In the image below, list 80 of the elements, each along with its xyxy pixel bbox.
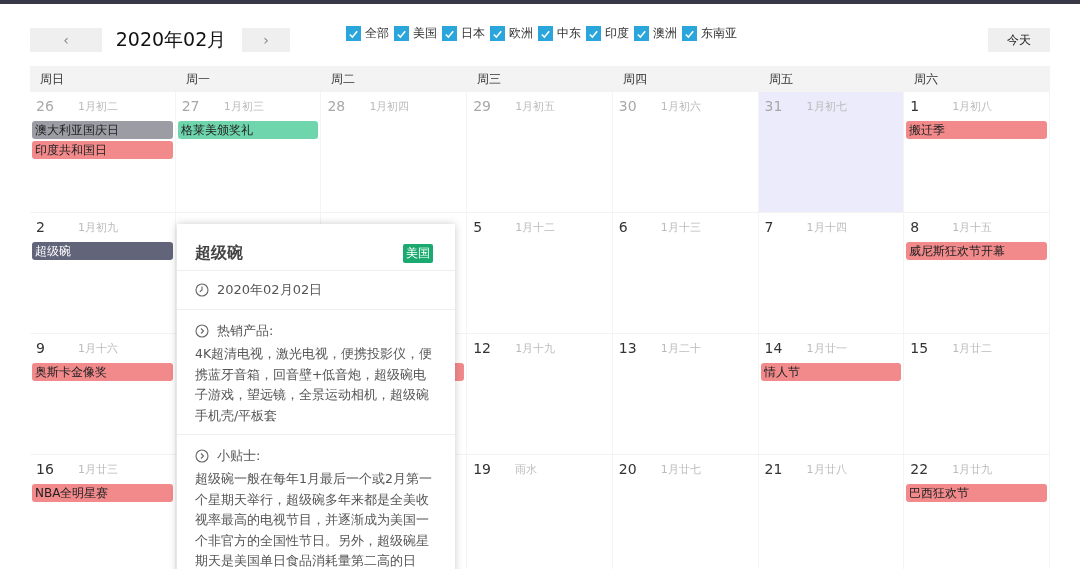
event-bar[interactable]: 格莱美颁奖礼 <box>177 121 319 139</box>
chevron-circle-icon <box>195 324 209 338</box>
day-number: 20 <box>618 461 638 477</box>
checkbox[interactable] <box>634 25 649 41</box>
section-heading: 小贴士: <box>217 447 261 465</box>
lunar-date: 1月初八 <box>952 98 993 114</box>
day-number: 28 <box>327 98 347 114</box>
lunar-date: 1月初五 <box>515 98 556 114</box>
day-number: 22 <box>910 461 930 477</box>
event-bar[interactable]: 澳大利亚国庆日 <box>32 121 173 139</box>
day-number: 12 <box>473 340 492 356</box>
event-date: 2020年02月02日 <box>217 281 323 299</box>
weekday-header: 周六 <box>913 70 940 88</box>
filter-label: 东南亚 <box>701 24 737 42</box>
weekday-header: 周四 <box>621 70 648 88</box>
filter-label: 中东 <box>557 24 581 42</box>
day-number: 2 <box>36 219 46 235</box>
lunar-date: 1月初六 <box>660 98 701 114</box>
weekday-header: 周五 <box>767 70 794 88</box>
event-bar[interactable]: 威尼斯狂欢节开幕 <box>906 242 1047 260</box>
day-number: 30 <box>618 98 638 114</box>
day-number: 1 <box>910 98 921 114</box>
popup-title: 超级碗 <box>195 242 243 264</box>
checkbox[interactable] <box>538 25 553 41</box>
checkbox[interactable] <box>682 25 697 41</box>
weekday-header: 周二 <box>330 70 357 88</box>
day-number: 14 <box>764 340 784 356</box>
lunar-date: 1月廿七 <box>660 461 701 477</box>
day-number: 29 <box>473 98 492 114</box>
day-number: 15 <box>910 340 930 356</box>
country-tag: 美国 <box>403 243 433 263</box>
filter-label: 澳洲 <box>653 24 677 42</box>
section-heading: 热销产品: <box>217 322 274 340</box>
event-bar[interactable]: 印度共和国日 <box>32 141 173 159</box>
day-number: 16 <box>36 461 55 477</box>
event-bar[interactable]: 奥斯卡金像奖 <box>32 363 173 381</box>
lunar-date: 1月廿九 <box>952 461 993 477</box>
weekday-header: 周一 <box>184 70 211 88</box>
lunar-date: 1月十四 <box>806 219 847 235</box>
day-number: 5 <box>473 219 484 235</box>
day-number: 31 <box>764 98 784 114</box>
lunar-date: 1月十九 <box>515 340 556 356</box>
day-number: 13 <box>618 340 638 356</box>
lunar-date: 1月初四 <box>369 98 410 114</box>
event-bar[interactable]: 巴西狂欢节 <box>906 484 1047 502</box>
lunar-date: 雨水 <box>515 461 538 477</box>
checkbox[interactable] <box>346 25 361 41</box>
day-number: 21 <box>764 461 784 477</box>
checkbox[interactable] <box>586 25 601 41</box>
lunar-date: 1月十五 <box>952 219 993 235</box>
filter-label: 美国 <box>413 24 437 42</box>
day-number: 6 <box>618 219 629 235</box>
weekday-header: 周三 <box>476 70 503 88</box>
lunar-date: 1月十六 <box>78 340 118 356</box>
checkbox[interactable] <box>490 25 505 41</box>
section-text: 4K超清电视，激光电视，便携投影仪，便携蓝牙音箱，回音壁+低音炮，超级碗电子游戏，望远镜，全景运动相机，超级碗手机壳/平板套 <box>195 345 434 425</box>
day-number: 26 <box>36 98 55 114</box>
section-text: 超级碗一般在每年1月最后一个或2月第一个星期天举行，超级碗多年来都是全美收视率最高的电视节目，并逐渐成为美国一个非官方的全国性节日。另外，超级碗星期天是美国单日食品消耗量第二高的日 <box>195 470 433 569</box>
today-button[interactable]: 今天 <box>988 28 1050 52</box>
event-bar[interactable]: 超级碗 <box>32 242 173 260</box>
day-number: 7 <box>764 219 775 235</box>
day-number: 8 <box>910 219 921 235</box>
filter-label: 日本 <box>461 24 485 42</box>
checkbox[interactable] <box>442 25 457 41</box>
event-bar[interactable]: 搬迁季 <box>906 121 1047 139</box>
event-bar[interactable]: NBA全明星赛 <box>32 484 173 502</box>
month-title: 2020年02月 <box>114 27 228 52</box>
day-number: 27 <box>181 98 201 114</box>
filter-label: 欧洲 <box>509 24 533 42</box>
day-number: 19 <box>473 461 492 477</box>
filter-label: 全部 <box>365 24 389 42</box>
weekday-header: 周日 <box>39 70 65 88</box>
lunar-date: 1月廿八 <box>806 461 847 477</box>
checkbox[interactable] <box>394 25 409 41</box>
filter-label: 印度 <box>605 24 629 42</box>
event-bar[interactable]: 情人节 <box>760 363 902 381</box>
chevron-circle-icon <box>195 449 209 463</box>
day-number: 9 <box>36 340 46 356</box>
lunar-date: 1月初九 <box>78 219 118 235</box>
clock-icon <box>195 283 209 297</box>
